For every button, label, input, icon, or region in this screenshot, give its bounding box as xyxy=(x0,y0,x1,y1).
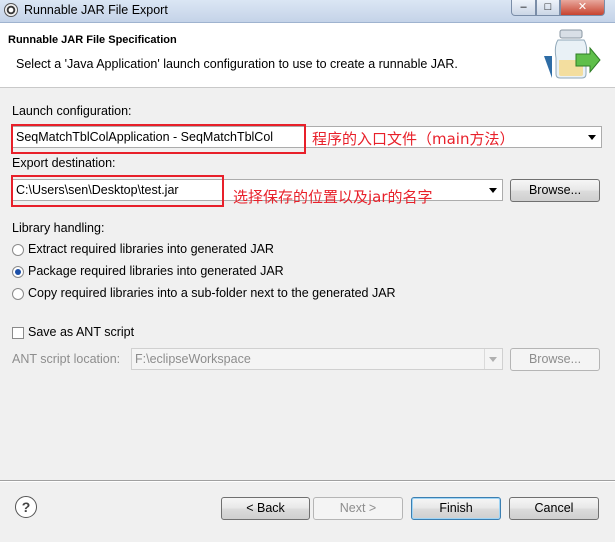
eclipse-icon xyxy=(4,3,18,17)
minimize-button[interactable]: – xyxy=(511,0,536,16)
ant-location-label: ANT script location: xyxy=(12,352,121,366)
annotation-launch: 程序的入口文件（main方法） xyxy=(312,130,515,148)
cancel-button[interactable]: Cancel xyxy=(509,497,599,520)
library-handling-label: Library handling: xyxy=(12,221,105,235)
chevron-down-icon xyxy=(588,135,596,140)
ant-location-input[interactable]: F:\eclipseWorkspace xyxy=(131,348,503,370)
ant-location-value: F:\eclipseWorkspace xyxy=(135,352,251,366)
finish-button[interactable]: Finish xyxy=(411,497,501,520)
back-button[interactable]: < Back xyxy=(221,497,310,520)
jar-export-icon xyxy=(544,29,601,79)
maximize-button[interactable]: □ xyxy=(536,0,560,16)
ant-browse-button[interactable]: Browse... xyxy=(510,348,600,371)
close-button[interactable]: ✕ xyxy=(560,0,605,16)
save-ant-label[interactable]: Save as ANT script xyxy=(28,325,134,339)
annotation-highlight-launch xyxy=(11,124,306,154)
package-libraries-radio[interactable] xyxy=(12,266,24,278)
package-libraries-label[interactable]: Package required libraries into generate… xyxy=(28,264,284,278)
annotation-highlight-export xyxy=(11,175,224,207)
chevron-down-icon xyxy=(489,188,497,193)
next-button[interactable]: Next > xyxy=(313,497,403,520)
export-destination-label: Export destination: xyxy=(12,156,116,170)
save-ant-checkbox[interactable] xyxy=(12,327,24,339)
extract-libraries-radio[interactable] xyxy=(12,244,24,256)
chevron-down-icon xyxy=(489,357,497,362)
page-title: Runnable JAR File Specification xyxy=(8,34,177,46)
page-description: Select a 'Java Application' launch confi… xyxy=(16,57,458,71)
footer-divider xyxy=(0,480,615,482)
export-browse-button[interactable]: Browse... xyxy=(510,179,600,202)
launch-config-label: Launch configuration: xyxy=(12,104,132,118)
annotation-export: 选择保存的位置以及jar的名字 xyxy=(233,188,433,206)
help-icon[interactable]: ? xyxy=(15,496,37,518)
window-title: Runnable JAR File Export xyxy=(24,3,168,17)
extract-libraries-label[interactable]: Extract required libraries into generate… xyxy=(28,242,274,256)
wizard-header: Runnable JAR File Specification Select a… xyxy=(0,23,615,88)
copy-libraries-radio[interactable] xyxy=(12,288,24,300)
copy-libraries-label[interactable]: Copy required libraries into a sub-folde… xyxy=(28,286,396,300)
